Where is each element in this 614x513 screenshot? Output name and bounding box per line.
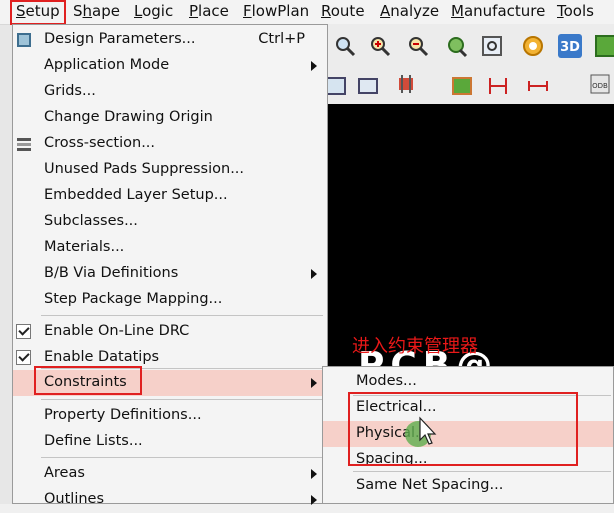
submenu-arrow-icon <box>311 269 317 279</box>
menu-item-materials[interactable]: Materials... <box>13 235 327 261</box>
checkbox-checked-icon <box>16 324 31 339</box>
component-icon[interactable] <box>394 72 418 96</box>
menu-route[interactable]: Route <box>321 2 365 20</box>
layer-icon[interactable] <box>594 34 614 58</box>
menu-item-label: Change Drawing Origin <box>44 109 213 125</box>
menu-tools-rest: ools <box>563 2 594 20</box>
menu-item-label: Unused Pads Suppression... <box>44 161 245 177</box>
svg-text:3D: 3D <box>560 40 580 55</box>
menu-logic-key: L <box>134 2 143 20</box>
menu-route-key: R <box>321 2 331 20</box>
submenu-arrow-icon <box>311 469 317 479</box>
menu-analyze[interactable]: Analyze <box>380 2 439 20</box>
menu-place-rest: lace <box>198 2 229 20</box>
mouse-cursor-icon <box>405 416 437 447</box>
menu-item-change-drawing-origin[interactable]: Change Drawing Origin <box>13 105 327 131</box>
menu-tools-key: T <box>557 2 564 20</box>
menu-item-label: Step Package Mapping... <box>44 291 223 307</box>
menu-item-label: Outlines <box>44 491 105 507</box>
menu-item-step-package-mapping[interactable]: Step Package Mapping... <box>13 287 327 313</box>
menu-manufacture-key: M <box>451 2 464 20</box>
menu-item-define-lists[interactable]: Define Lists... <box>13 429 327 455</box>
zoom-icon[interactable] <box>333 34 357 58</box>
menu-logic[interactable]: Logic <box>134 2 173 20</box>
submenu-item-label: Modes... <box>356 373 417 389</box>
menu-manufacture-rest: anufacture <box>463 2 546 20</box>
setup-highlight-box <box>10 0 66 25</box>
toolbar: 3D ODB <box>326 24 614 104</box>
menu-item-label: Define Lists... <box>44 433 143 449</box>
annotation-text: 进入约束管理器 <box>352 336 478 357</box>
submenu-highlight-box <box>348 392 578 466</box>
menu-analyze-rest: nalyze <box>390 2 440 20</box>
dimension-icon[interactable] <box>486 74 510 98</box>
menu-place-key: P <box>189 2 199 20</box>
menu-separator <box>41 315 323 316</box>
menu-item-label: Enable Datatips <box>44 349 160 365</box>
submenu-item-same-net-spacing[interactable]: Same Net Spacing... <box>323 473 613 499</box>
zoom-in-icon[interactable] <box>368 34 392 58</box>
measure-icon[interactable] <box>526 74 550 98</box>
menu-shape-rest: ape <box>92 2 120 20</box>
menu-tools[interactable]: Tools <box>557 2 594 20</box>
constraints-highlight-box <box>34 366 142 395</box>
odb-export-icon[interactable]: ODB <box>588 72 612 96</box>
cross-section-icon <box>17 138 31 151</box>
menu-route-rest: oute <box>330 2 365 20</box>
menu-item-grids[interactable]: Grids... <box>13 79 327 105</box>
menu-item-areas[interactable]: Areas <box>13 461 327 487</box>
menu-flowplan-rest: lowPlan <box>251 2 310 20</box>
menu-item-bb-via-definitions[interactable]: B/B Via Definitions <box>13 261 327 287</box>
menu-item-cross-section[interactable]: Cross-section... <box>13 131 327 157</box>
menu-manufacture[interactable]: Manufacture <box>451 2 545 20</box>
menu-item-label: Areas <box>44 465 85 481</box>
menu-item-shortcut: Ctrl+P <box>258 31 305 47</box>
menu-shape-key: h <box>82 2 93 20</box>
menu-place[interactable]: Place <box>189 2 229 20</box>
menu-item-label: Application Mode <box>44 57 170 73</box>
menu-logic-rest: ogic <box>142 2 174 20</box>
menu-item-property-definitions[interactable]: Property Definitions... <box>13 403 327 429</box>
design-parameters-icon <box>17 33 31 47</box>
zoom-fit-icon[interactable] <box>480 34 504 58</box>
zoom-previous-icon[interactable] <box>444 34 468 58</box>
menu-item-embedded-layer-setup[interactable]: Embedded Layer Setup... <box>13 183 327 209</box>
menu-item-label: Materials... <box>44 239 125 255</box>
menu-item-application-mode[interactable]: Application Mode <box>13 53 327 79</box>
zoom-out-icon[interactable] <box>406 34 430 58</box>
menu-item-design-parameters[interactable]: Design Parameters... Ctrl+P <box>13 27 327 53</box>
3d-view-icon[interactable]: 3D <box>556 32 584 60</box>
menu-item-unused-pads-suppression[interactable]: Unused Pads Suppression... <box>13 157 327 183</box>
menu-flowplan[interactable]: FlowPlan <box>243 2 309 20</box>
menu-shape-pre: S <box>73 2 83 20</box>
menu-analyze-key: A <box>380 2 391 20</box>
menu-item-label: B/B Via Definitions <box>44 265 179 281</box>
pcb-icon[interactable] <box>450 74 474 98</box>
svg-text:ODB: ODB <box>592 82 608 90</box>
menu-item-label: Subclasses... <box>44 213 138 229</box>
menu-item-label: Embedded Layer Setup... <box>44 187 228 203</box>
checkbox-checked-icon <box>16 350 31 365</box>
menu-item-label: Design Parameters... <box>44 31 196 47</box>
menu-item-outlines[interactable]: Outlines <box>13 487 327 513</box>
menu-bar: Setup Shape Logic Place FlowPlan Route A… <box>0 0 614 25</box>
menu-item-label: Property Definitions... <box>44 407 202 423</box>
setup-menu: Design Parameters... Ctrl+P Application … <box>12 24 328 507</box>
refresh-icon[interactable] <box>521 34 545 58</box>
menu-separator <box>41 399 323 400</box>
menu-separator <box>353 471 611 472</box>
menu-shape[interactable]: Shape <box>73 2 120 20</box>
menu-item-label: Grids... <box>44 83 96 99</box>
menu-flowplan-key: F <box>243 2 252 20</box>
submenu-arrow-icon <box>311 378 317 388</box>
submenu-item-label: Same Net Spacing... <box>356 477 504 493</box>
window-icon[interactable] <box>356 74 380 98</box>
submenu-arrow-icon <box>311 61 317 71</box>
menu-item-label: Cross-section... <box>44 135 156 151</box>
menu-item-label: Enable On-Line DRC <box>44 323 190 339</box>
menu-item-subclasses[interactable]: Subclasses... <box>13 209 327 235</box>
menu-item-enable-online-drc[interactable]: Enable On-Line DRC <box>13 319 327 345</box>
menu-separator <box>41 457 323 458</box>
